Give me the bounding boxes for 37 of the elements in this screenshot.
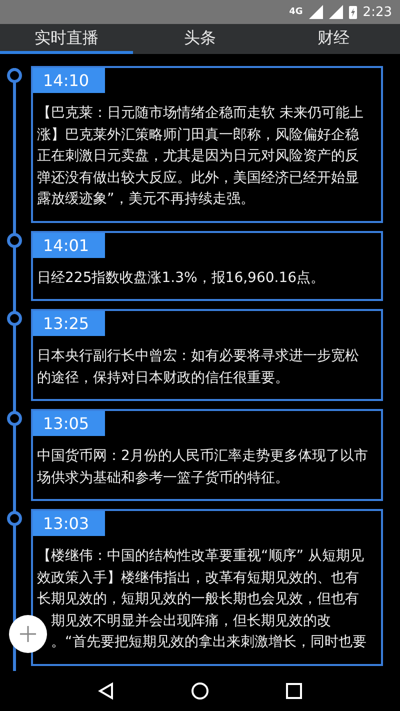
- home-icon[interactable]: [190, 682, 209, 700]
- news-text: 的途径，保持对日本财政的信任很重要。: [37, 368, 290, 388]
- timeline-node: [7, 311, 22, 326]
- network-label: 4G: [289, 8, 303, 16]
- overview-icon[interactable]: [286, 683, 302, 699]
- signal-icon: [308, 5, 323, 19]
- news-text: 长期见效的，短期见效的一般长期也会见效，但也有: [37, 590, 360, 609]
- time-tag: 13:03: [33, 511, 105, 536]
- news-text: 日本央行副行长中曾宏：如有必要将寻求进一步宽松: [37, 347, 360, 366]
- plus-icon: [20, 626, 36, 642]
- timeline-node: [7, 68, 22, 83]
- timeline-node: [7, 232, 22, 248]
- news-text: 露放缓迹象”，美元不再持续走强。: [37, 190, 256, 209]
- timeline-node: [7, 411, 22, 426]
- news-text: 弹还没有做出较大反应。此外，美国经济已经开始显: [37, 168, 360, 188]
- timeline-node: [7, 511, 22, 526]
- battery-icon: [348, 5, 357, 19]
- back-icon[interactable]: [98, 682, 114, 700]
- news-text: 日经225指数收盘涨1.3%，报16,960.16点。: [37, 268, 326, 288]
- time-tag: 13:25: [33, 311, 105, 336]
- news-text: 中国货币网：2月份的人民币汇率走势更多体现了以市: [37, 447, 369, 466]
- news-text: 涨】巴克莱外汇策略师门田真一郎称，风险偏好企稳: [37, 126, 360, 144]
- tab[interactable]: 财经: [266, 24, 400, 54]
- news-text: 场供求为基础和参考一篮子货币的特征。: [37, 468, 290, 488]
- time-tag: 14:01: [33, 232, 105, 258]
- signal-icon: [328, 5, 343, 19]
- time-tag: 13:05: [33, 411, 105, 436]
- clock: 2:23: [362, 6, 392, 18]
- news-text: 正在刺激日元卖盘，尤其是因为日元对风险资产的反: [37, 147, 360, 166]
- news-text: 效政策入手】楼继伟指出，改革有短期见效的、也有: [37, 568, 360, 588]
- news-text: 【楼继伟：中国的结构性改革要重视“顺序” 从短期见: [37, 547, 365, 566]
- tab[interactable]: 实时直播: [0, 24, 134, 54]
- news-text: 。“首先要把短期见效的拿出来刺激增长，同时也要: [50, 633, 368, 652]
- time-tag: 14:10: [33, 68, 105, 93]
- tab[interactable]: 头条: [133, 24, 267, 54]
- news-text: 【巴克莱：日元随市场情绪企稳而走软 未来仍可能上: [37, 104, 364, 123]
- news-text: 期见效不明显并会出现阵痛，但长期见效的改: [50, 612, 332, 630]
